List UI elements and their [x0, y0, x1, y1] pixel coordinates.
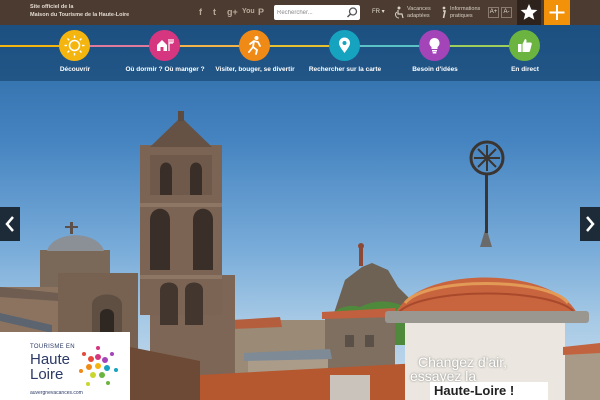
nav-item-direct[interactable]: En direct [485, 25, 565, 81]
youtube-icon[interactable]: You [242, 6, 255, 18]
chevron-left-icon [5, 216, 14, 232]
nav-item-dormir-manger[interactable]: Où dormir ? Où manger ? [115, 25, 215, 81]
site-label-line2: Maison du Tourisme de la Haute-Loire [30, 12, 130, 18]
facebook-icon[interactable]: f [199, 6, 202, 18]
nav-circle [149, 30, 180, 61]
search-input[interactable] [274, 5, 344, 20]
nav-circle [419, 30, 450, 61]
nav-label: Découvrir [59, 66, 91, 73]
flower-logo-icon [79, 346, 118, 386]
search-icon[interactable] [346, 6, 359, 19]
map-pin-icon [339, 37, 350, 53]
vacances-line2[interactable]: adaptées [407, 13, 430, 20]
nav-circle [59, 30, 90, 61]
haute-loire-logo[interactable]: TOURISME EN Haute Loire auvergnevacances… [0, 332, 130, 400]
chevron-right-icon [586, 216, 595, 232]
plus-button[interactable] [544, 0, 570, 25]
nav-label: Rechercher sur la carte [308, 66, 382, 73]
logo-text-line2: Haute [30, 351, 71, 368]
favorites-button[interactable] [517, 0, 541, 25]
nav-label: En direct [511, 66, 539, 73]
nav-label: Où dormir ? Où manger ? [125, 66, 205, 73]
info-icon[interactable] [438, 6, 449, 19]
font-increase-button[interactable]: A+ [488, 7, 499, 18]
nav-circle [509, 30, 540, 61]
thumbs-up-icon [518, 39, 532, 52]
nav-label: Visiter, bouger, se divertir [215, 66, 295, 73]
language-selector[interactable]: FR ▾ [372, 8, 385, 15]
nav-circle [329, 30, 360, 61]
nav-item-carte[interactable]: Rechercher sur la carte [295, 25, 395, 81]
infos-line2[interactable]: pratiques [450, 13, 473, 20]
vacances-line1[interactable]: Vacances [407, 6, 431, 13]
tagline-highlight: Haute-Loire ! [430, 382, 548, 400]
house-fork-icon [157, 39, 174, 51]
slider-next-button[interactable] [580, 207, 600, 241]
site-label-line1: Site officiel de la [30, 4, 74, 10]
nav-item-visiter[interactable]: Visiter, bouger, se divertir [215, 25, 295, 81]
nav-label: Besoin d'idées [412, 66, 458, 73]
twitter-icon[interactable]: t [213, 6, 216, 18]
sun-icon [64, 35, 85, 56]
logo-text-line1: TOURISME EN [30, 344, 75, 350]
accessibility-icon[interactable] [394, 6, 405, 19]
nav-item-decouvrir[interactable]: Découvrir [35, 25, 115, 81]
plus-icon [549, 5, 565, 20]
top-bar: Site officiel de la Maison du Tourisme d… [0, 0, 600, 25]
pinterest-icon[interactable]: P [258, 6, 264, 18]
logo-url: auvergnevacances.com [30, 390, 83, 396]
logo-text-line3: Loire [30, 366, 64, 383]
slider-prev-button[interactable] [0, 207, 20, 241]
nav-item-idees[interactable]: Besoin d'idées [395, 25, 475, 81]
search-box [274, 5, 360, 20]
runner-icon [248, 36, 261, 55]
lightbulb-icon [429, 38, 440, 54]
nav-circle [239, 30, 270, 61]
font-decrease-button[interactable]: A- [501, 7, 512, 18]
star-icon [520, 4, 538, 20]
google-plus-icon[interactable]: g+ [227, 6, 238, 18]
main-navigation: Découvrir Où dormir ? Où manger ? Visite… [0, 25, 600, 81]
infos-line1[interactable]: Informations [450, 6, 480, 13]
